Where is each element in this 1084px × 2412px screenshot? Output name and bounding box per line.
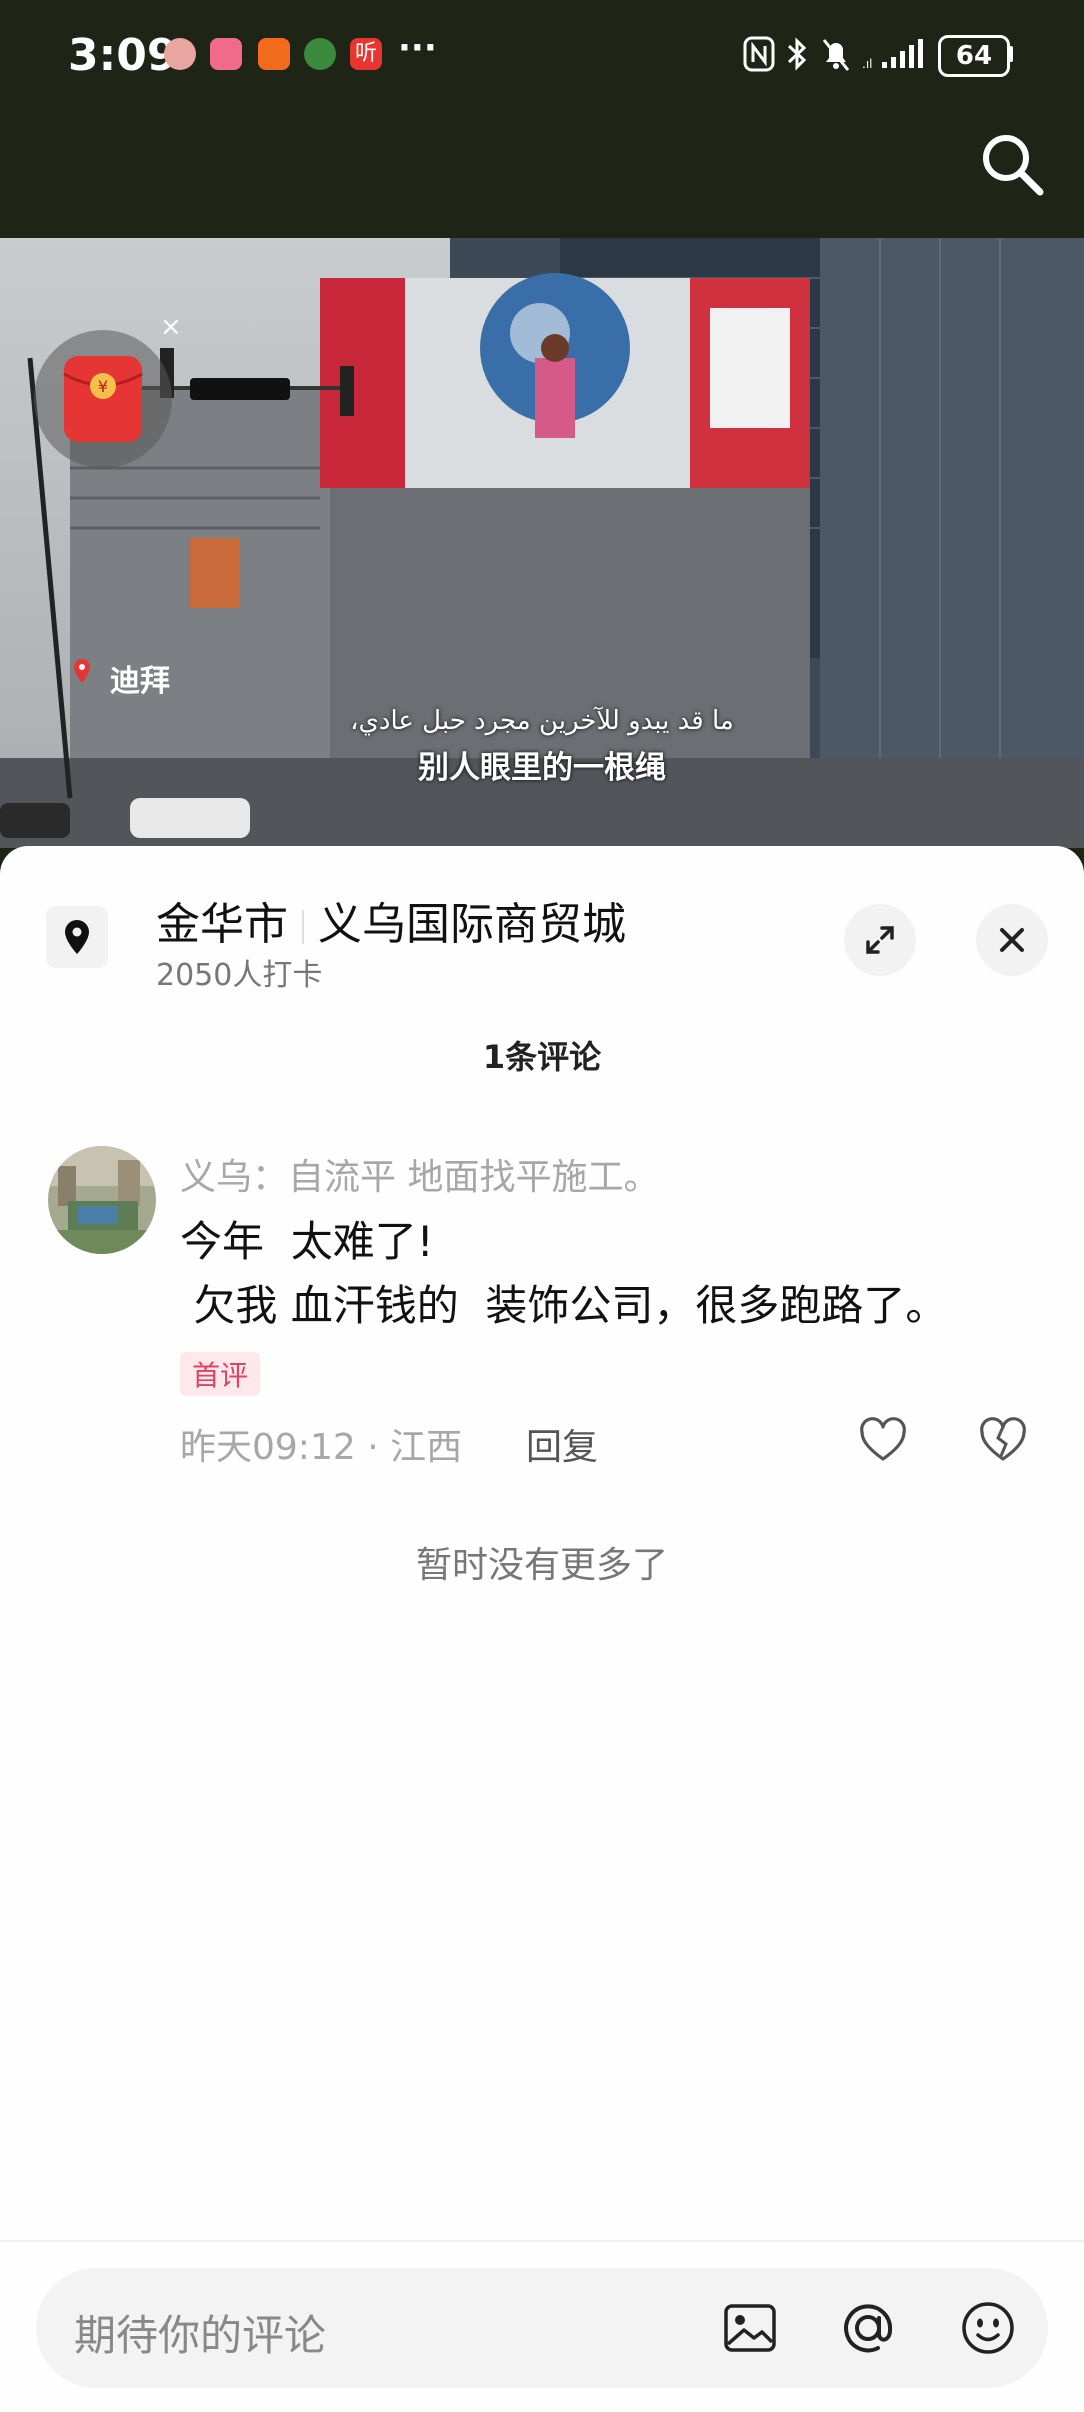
emoji-icon[interactable] bbox=[956, 2296, 1020, 2360]
comment-time-region: 昨天09:12 · 江西 bbox=[180, 1427, 463, 1468]
bilibili-icon bbox=[210, 38, 242, 70]
top-bar: 3:09 听 ··· .ıl 64 bbox=[0, 0, 1084, 238]
more-notifications-icon: ··· bbox=[398, 28, 437, 68]
mention-icon[interactable] bbox=[836, 2296, 900, 2360]
close-icon bbox=[1000, 928, 1024, 952]
checkin-count: 2050人打卡 bbox=[156, 958, 323, 993]
image-icon[interactable] bbox=[718, 2296, 782, 2360]
video-location-tag: 迪拜 bbox=[110, 664, 170, 699]
comment-count: 1条评论 bbox=[482, 1038, 602, 1076]
red-envelope-icon: ¥ bbox=[63, 356, 143, 442]
battery-indicator: 64 bbox=[938, 35, 1010, 77]
location-title[interactable]: 金华市 义乌国际商贸城 bbox=[156, 888, 626, 952]
mute-bell-icon bbox=[822, 39, 850, 71]
subtitle-chinese: 别人眼里的一根绳 bbox=[418, 750, 666, 786]
location-city: 金华市 bbox=[156, 899, 288, 950]
comment-text: 今年 太难了! 欠我 血汗钱的 装饰公司，很多跑路了。 bbox=[180, 1217, 948, 1330]
battery-nub bbox=[1008, 46, 1013, 62]
like-heart-icon[interactable] bbox=[856, 1414, 910, 1468]
red-packet-widget[interactable]: ¥ bbox=[34, 330, 172, 468]
comment-sheet: 金华市 义乌国际商贸城 2050人打卡 1条评论 义乌：自流平 地面找平施工。 今… bbox=[0, 846, 1084, 2412]
divider bbox=[0, 2240, 1084, 2242]
bluetooth-icon bbox=[787, 37, 807, 71]
video-player[interactable]: ¥ × 迪拜 ما قد يبدو للآخرين مجرد حبل عادي،… bbox=[0, 238, 1084, 848]
game-icon bbox=[304, 38, 336, 70]
svg-text:¥: ¥ bbox=[98, 377, 108, 396]
avatar-image bbox=[48, 1146, 156, 1254]
subtitle-arabic: ما قد يبدو للآخرين مجرد حبل عادي، bbox=[350, 706, 734, 736]
avatar-app-icon bbox=[164, 38, 196, 70]
title-divider bbox=[302, 910, 304, 944]
close-button[interactable] bbox=[976, 904, 1048, 976]
taobao-icon bbox=[258, 38, 290, 70]
signal-icon: .ıl bbox=[862, 39, 923, 71]
location-place: 义乌国际商贸城 bbox=[318, 899, 626, 950]
reply-button[interactable]: 回复 bbox=[526, 1418, 598, 1470]
red-packet-close-button[interactable]: × bbox=[160, 312, 182, 342]
listen-app-icon: 听 bbox=[350, 38, 382, 70]
status-time: 3:09 bbox=[68, 30, 178, 81]
no-more-label: 暂时没有更多了 bbox=[415, 1545, 668, 1586]
comment-author[interactable]: 义乌：自流平 地面找平施工。 bbox=[180, 1148, 659, 1200]
comment-placeholder: 期待你的评论 bbox=[74, 2311, 327, 2360]
comment-input[interactable]: 期待你的评论 bbox=[36, 2268, 1048, 2388]
svg-text:.ıl: .ıl bbox=[862, 57, 872, 71]
avatar[interactable] bbox=[48, 1146, 156, 1254]
dislike-broken-heart-icon[interactable] bbox=[976, 1414, 1030, 1468]
expand-button[interactable] bbox=[844, 904, 916, 976]
nfc-icon bbox=[743, 36, 775, 72]
search-icon[interactable] bbox=[976, 128, 1048, 200]
location-badge bbox=[46, 906, 108, 968]
expand-icon bbox=[866, 926, 894, 954]
location-pin-icon bbox=[74, 659, 90, 683]
first-comment-badge: 首评 bbox=[180, 1352, 261, 1396]
map-pin-icon bbox=[65, 920, 89, 954]
